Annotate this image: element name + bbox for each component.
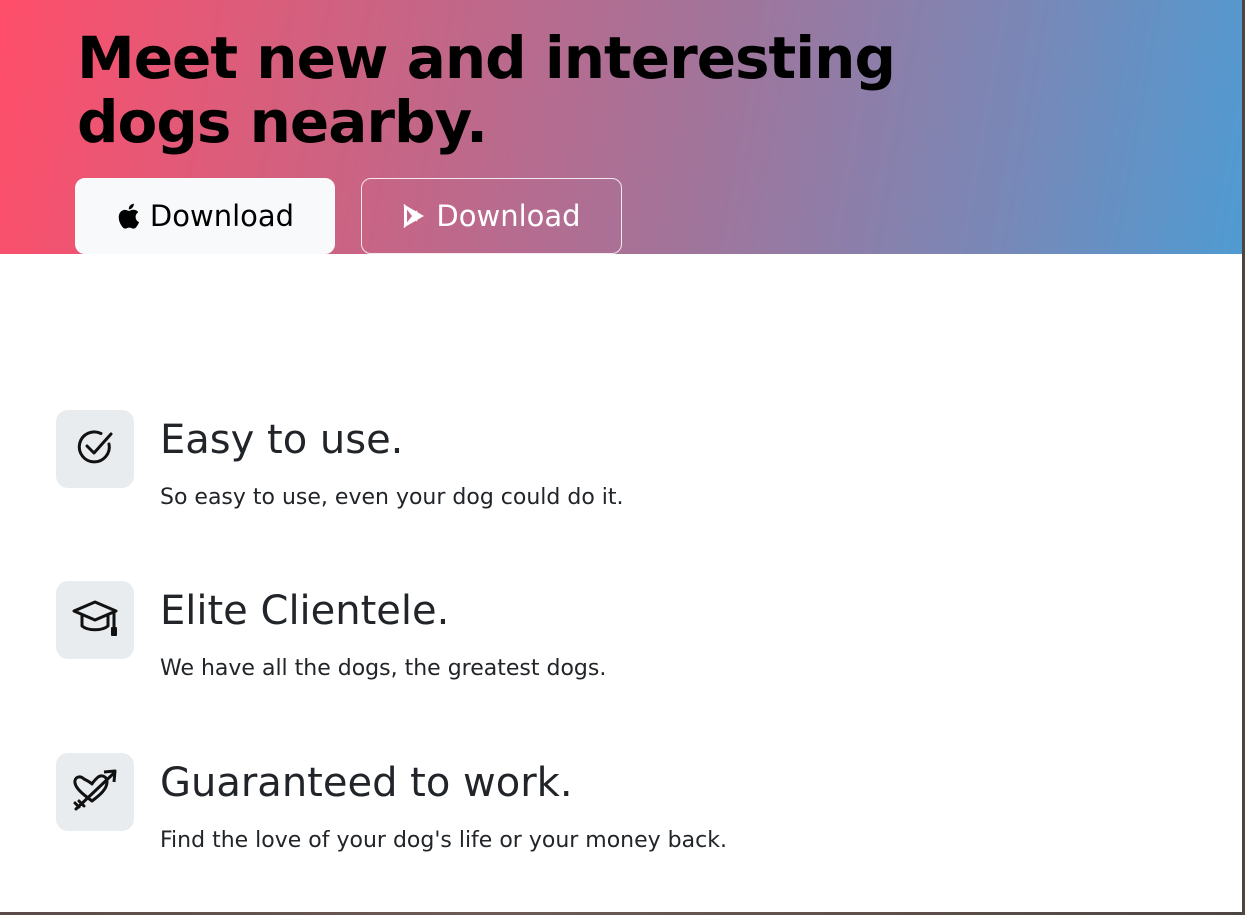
feature-icon-box: [56, 410, 134, 488]
google-play-download-button[interactable]: Download: [361, 178, 622, 254]
feature-guaranteed: Guaranteed to work. Find the love of you…: [56, 753, 1156, 863]
check-circle-icon: [73, 425, 117, 474]
feature-description: Find the love of your dog's life or your…: [160, 828, 727, 853]
feature-title: Easy to use.: [160, 417, 404, 463]
feature-icon-box: [56, 753, 134, 831]
heart-arrow-icon: [70, 765, 120, 820]
hero-title: Meet new and interesting dogs nearby.: [77, 24, 896, 156]
mortarboard-icon: [70, 595, 120, 646]
apple-icon: [116, 202, 140, 230]
feature-title: Elite Clientele.: [160, 588, 450, 634]
feature-description: We have all the dogs, the greatest dogs.: [160, 656, 607, 681]
app-store-download-label: Download: [149, 199, 295, 233]
google-play-icon: [402, 203, 426, 229]
feature-easy-to-use: Easy to use. So easy to use, even your d…: [56, 410, 1156, 520]
google-play-download-label: Download: [436, 199, 581, 233]
content-area: Meet new and interesting dogs nearby. Do…: [0, 0, 1242, 912]
feature-icon-box: [56, 581, 134, 659]
app-store-download-button[interactable]: Download: [75, 178, 335, 254]
feature-elite-clientele: Elite Clientele. We have all the dogs, t…: [56, 581, 1156, 691]
feature-title: Guaranteed to work.: [160, 760, 573, 806]
feature-description: So easy to use, even your dog could do i…: [160, 485, 624, 510]
hero-section: Meet new and interesting dogs nearby. Do…: [0, 0, 1242, 254]
page: Meet new and interesting dogs nearby. Do…: [0, 0, 1245, 915]
